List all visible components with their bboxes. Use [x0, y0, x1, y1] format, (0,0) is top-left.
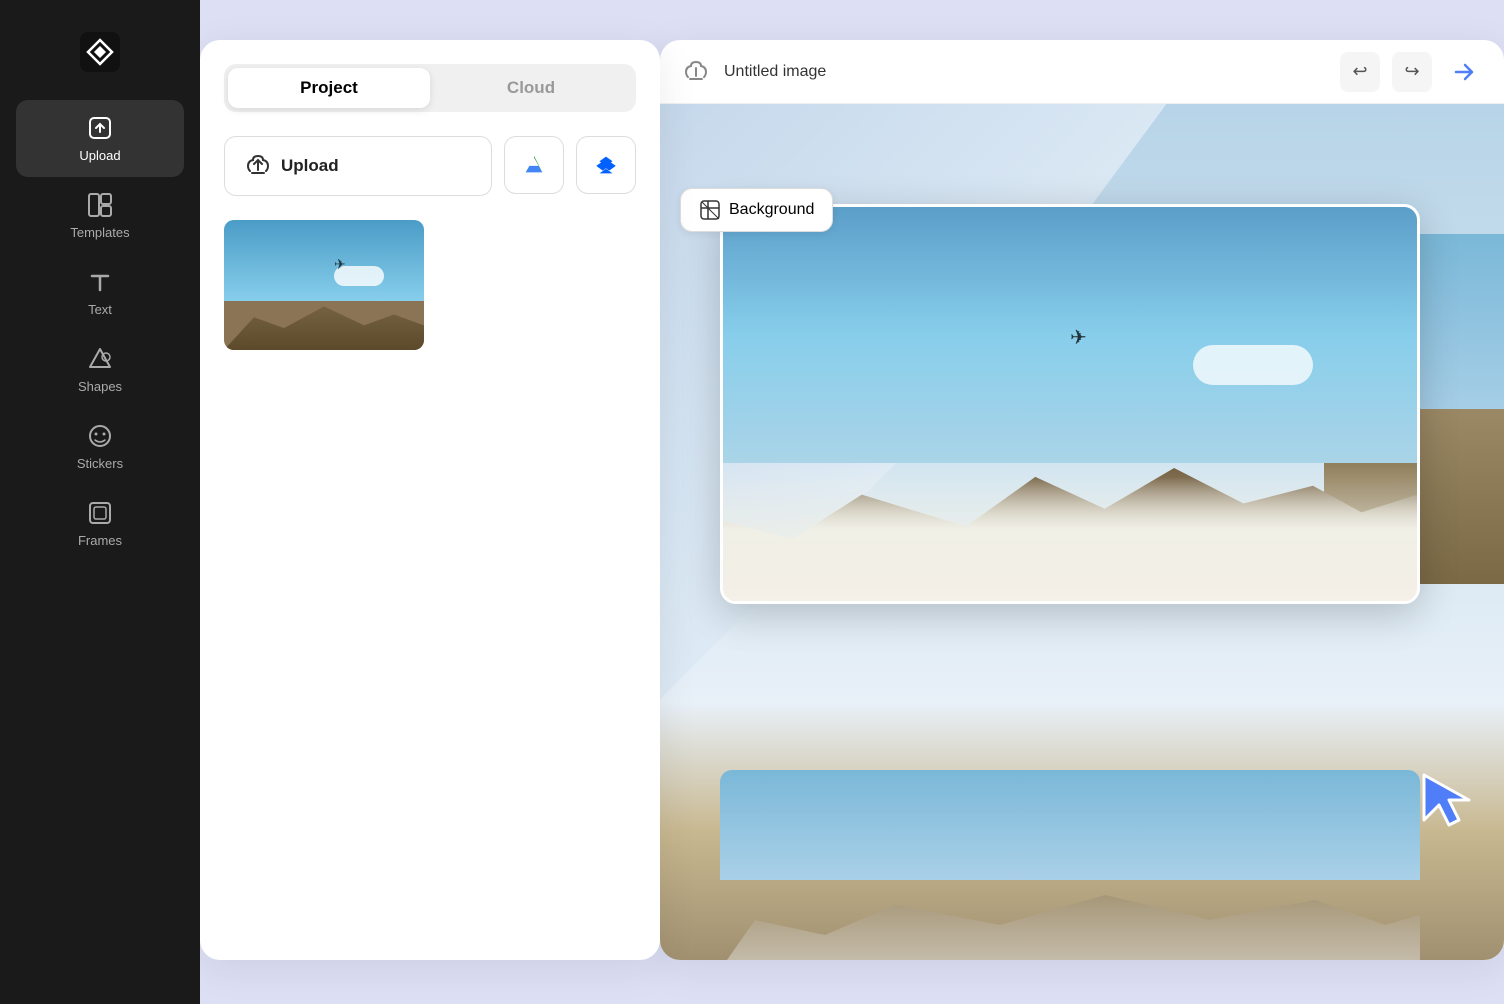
sidebar-upload-label: Upload [79, 148, 120, 163]
redo-button[interactable]: ↪ [1392, 52, 1432, 92]
sidebar-templates-label: Templates [70, 225, 129, 240]
background-icon [699, 199, 721, 221]
card-cloud [1193, 345, 1313, 385]
thumb-plane: ✈ [334, 256, 346, 273]
upload-panel: Project Cloud Upload [200, 40, 660, 960]
google-drive-button[interactable] [504, 136, 564, 194]
app-logo[interactable] [72, 24, 128, 80]
google-drive-icon [521, 152, 547, 178]
card-snow [723, 463, 1417, 601]
templates-icon [86, 191, 114, 219]
sidebar-item-shapes[interactable]: Shapes [16, 331, 184, 408]
bottom-mountain [720, 870, 1420, 960]
sidebar-item-templates[interactable]: Templates [16, 177, 184, 254]
stickers-icon [86, 422, 114, 450]
bottom-sky [720, 770, 1420, 880]
frames-icon [86, 499, 114, 527]
background-button[interactable]: Background [680, 188, 833, 232]
upload-button[interactable]: Upload [224, 136, 492, 196]
uploaded-image-thumbnail[interactable]: ✈ [224, 220, 424, 350]
main-image-card[interactable]: ✈ [720, 204, 1420, 604]
sidebar-text-label: Text [88, 302, 112, 317]
upload-icon [86, 114, 114, 142]
undo-button[interactable]: ↩ [1340, 52, 1380, 92]
cursor-arrow [1414, 765, 1484, 840]
canvas-title: Untitled image [724, 63, 1328, 81]
canvas-area: Untitled image ↩ ↪ Background [660, 40, 1504, 960]
tab-bar: Project Cloud [224, 64, 636, 112]
dropbox-button[interactable] [576, 136, 636, 194]
text-icon [86, 268, 114, 296]
upload-buttons-row: Upload [224, 136, 636, 196]
topbar: Untitled image ↩ ↪ [660, 40, 1504, 104]
tab-project[interactable]: Project [228, 68, 430, 108]
tab-cloud[interactable]: Cloud [430, 68, 632, 108]
dropbox-icon [593, 152, 619, 178]
sidebar-item-frames[interactable]: Frames [16, 485, 184, 562]
sidebar-item-text[interactable]: Text [16, 254, 184, 331]
sidebar-item-stickers[interactable]: Stickers [16, 408, 184, 485]
topbar-cloud-icon [680, 56, 712, 88]
background-btn-label: Background [729, 201, 814, 219]
sidebar-stickers-label: Stickers [77, 456, 123, 471]
shapes-icon [86, 345, 114, 373]
card-plane: ✈ [1070, 325, 1087, 350]
bottom-image-card [720, 770, 1420, 960]
export-button[interactable] [1444, 52, 1484, 92]
thumb-sky-bg [224, 220, 424, 301]
sidebar-frames-label: Frames [78, 533, 122, 548]
upload-cloud-icon [245, 153, 271, 179]
upload-label: Upload [281, 156, 339, 176]
canvas-content: Background ✈ ✈ [660, 104, 1504, 960]
sidebar-shapes-label: Shapes [78, 379, 122, 394]
sidebar-item-upload[interactable]: Upload [16, 100, 184, 177]
cloud-icon [683, 59, 709, 85]
sidebar: Upload Templates Text Shapes Stickers [0, 0, 200, 1004]
thumb-mountain-bg [224, 295, 424, 350]
